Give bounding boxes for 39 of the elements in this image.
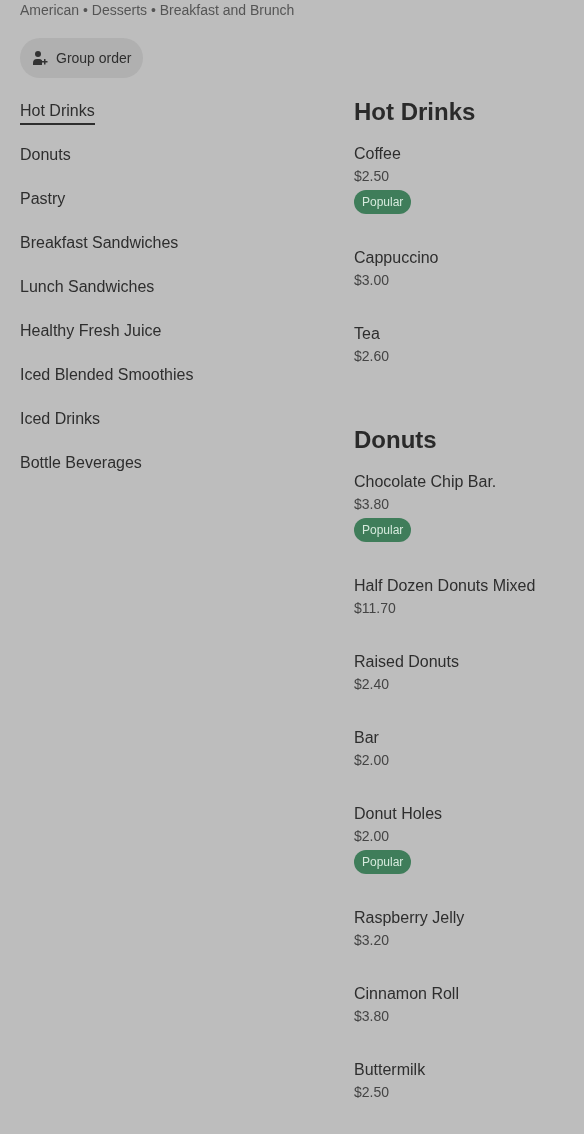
popular-badge: Popular [354,850,412,874]
item-name[interactable]: Buttermilk [354,1058,426,1082]
item-price: $3.80 [354,495,390,514]
category-link[interactable]: Breakfast Sandwiches [20,231,179,257]
item-price: $11.70 [354,599,396,618]
category-link[interactable]: Healthy Fresh Juice [20,319,162,345]
popular-badge: Popular [354,518,412,542]
item-price: $2.00 [354,751,390,770]
item-price: $2.50 [354,1083,390,1102]
item-price: $3.80 [354,1007,390,1026]
section-heading: Donuts [354,425,438,455]
item-name[interactable]: Bar [354,726,379,750]
item-name[interactable]: Cinnamon Roll [354,982,459,1006]
group-order-button[interactable]: Group order [20,38,144,78]
item-name[interactable]: Donut Holes [354,802,443,826]
category-link[interactable]: Lunch Sandwiches [20,275,155,301]
item-name[interactable]: Coffee [354,142,401,166]
category-link[interactable]: Donuts [20,143,71,169]
category-link[interactable]: Hot Drinks [20,99,95,125]
category-link[interactable]: Iced Drinks [20,407,101,433]
section-heading: Hot Drinks [354,97,477,127]
add-person-icon [32,50,48,66]
item-name[interactable]: Cappuccino [354,246,439,270]
item-price: $3.00 [354,271,390,290]
item-name[interactable]: Tea [354,322,380,346]
item-name[interactable]: Chocolate Chip Bar. [354,470,497,494]
item-name[interactable]: Raspberry Jelly [354,906,465,930]
category-link[interactable]: Bottle Beverages [20,451,142,477]
item-name[interactable]: Half Dozen Donuts Mixed [354,574,536,598]
item-price: $3.20 [354,931,390,950]
item-price: $2.50 [354,167,390,186]
category-link[interactable]: Pastry [20,187,66,213]
popular-badge: Popular [354,190,412,214]
item-price: $2.00 [354,827,390,846]
category-link[interactable]: Iced Blended Smoothies [20,363,194,389]
item-price: $2.40 [354,675,390,694]
cuisine-tags: American • Desserts • Breakfast and Brunch [20,0,564,20]
item-name[interactable]: Raised Donuts [354,650,459,674]
item-price: $2.60 [354,347,390,366]
